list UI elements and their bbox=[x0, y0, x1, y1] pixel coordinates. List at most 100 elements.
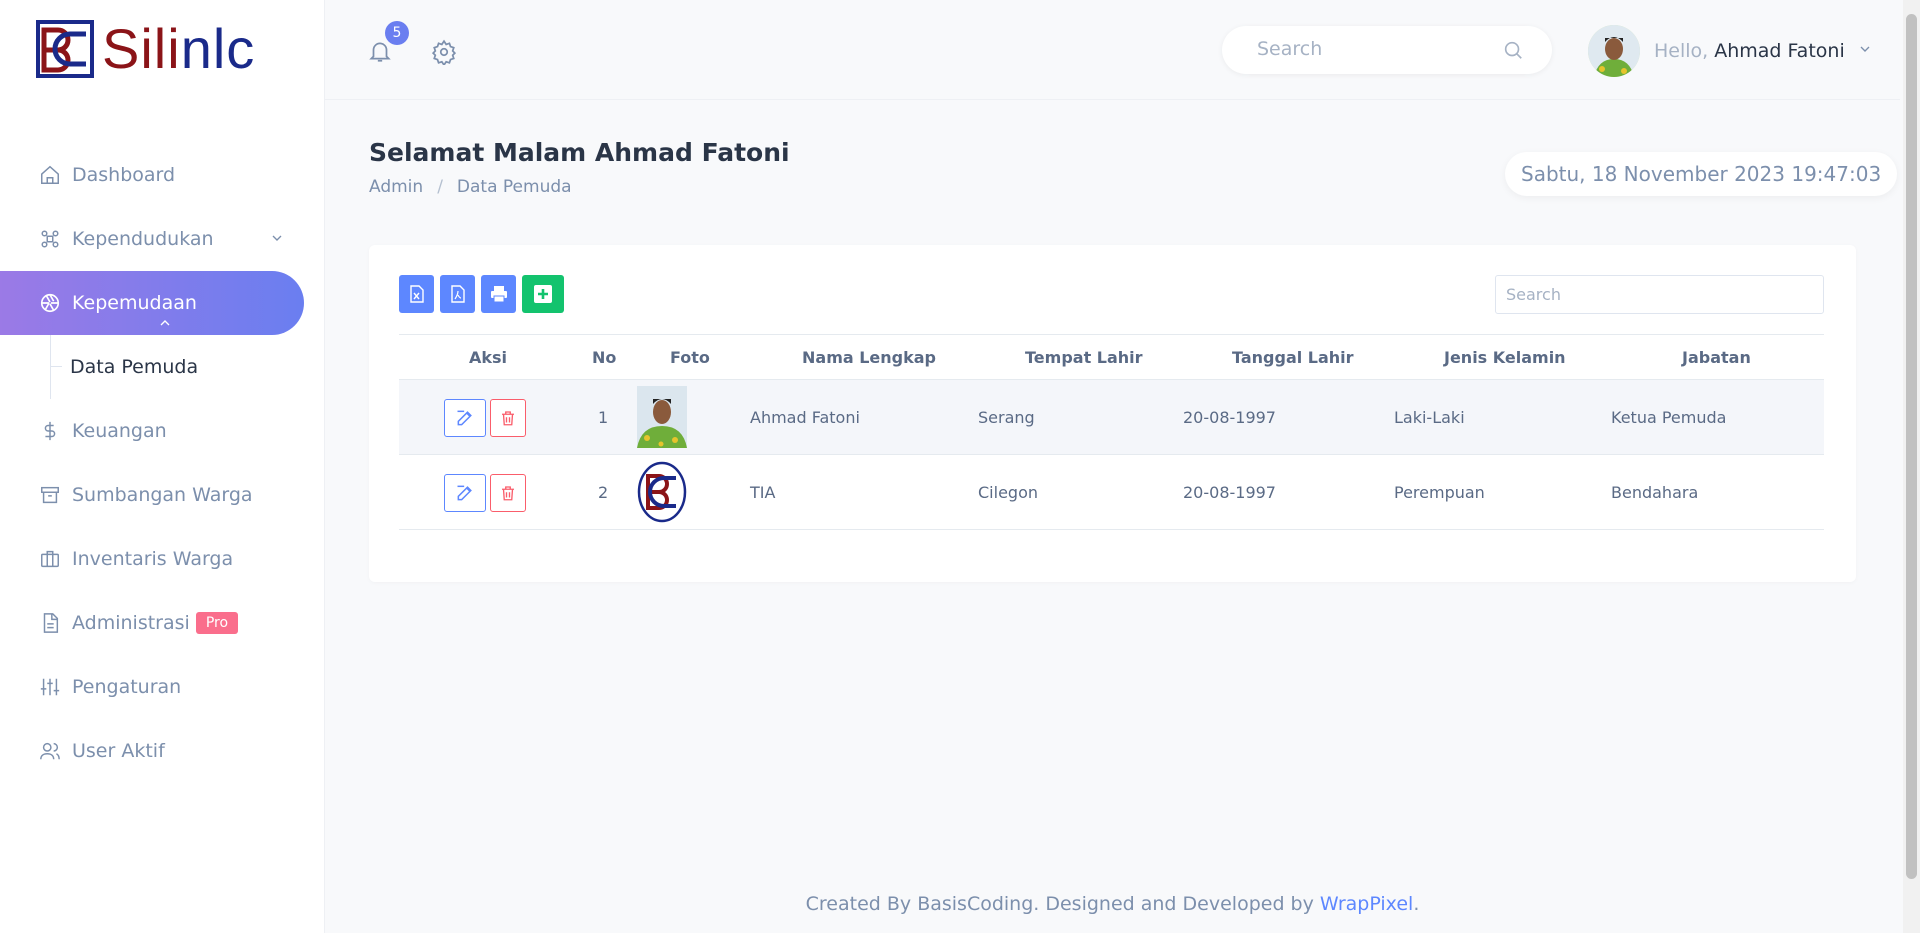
sidebar-item-dashboard[interactable]: Dashboard bbox=[0, 143, 325, 207]
sidebar-item-administrasi[interactable]: Administrasi Pro bbox=[0, 591, 325, 655]
sidebar-item-inventaris-warga[interactable]: Inventaris Warga bbox=[0, 527, 325, 591]
sidebar-item-user-aktif[interactable]: User Aktif bbox=[0, 719, 325, 783]
user-menu[interactable]: Hello, Ahmad Fatoni bbox=[1588, 25, 1873, 77]
print-button[interactable] bbox=[481, 275, 516, 313]
edit-icon bbox=[457, 410, 472, 426]
delete-button[interactable] bbox=[490, 474, 526, 512]
top-search-input[interactable] bbox=[1257, 38, 1487, 60]
column-header-foto[interactable]: Foto bbox=[670, 348, 710, 367]
sidebar-nav: Dashboard Kependudukan Kepemudaan Data P… bbox=[0, 143, 325, 783]
profile-photo-logo bbox=[637, 461, 687, 523]
column-header-jenis-kelamin[interactable]: Jenis Kelamin bbox=[1444, 348, 1566, 367]
column-header-tanggal-lahir[interactable]: Tanggal Lahir bbox=[1232, 348, 1354, 367]
chevron-down-icon bbox=[269, 229, 285, 251]
sidebar-item-pengaturan[interactable]: Pengaturan bbox=[0, 655, 325, 719]
sidebar-item-kependudukan[interactable]: Kependudukan bbox=[0, 207, 325, 271]
cell-jabatan: Bendahara bbox=[1611, 483, 1699, 502]
footer-period: . bbox=[1413, 893, 1420, 915]
column-header-jabatan[interactable]: Jabatan bbox=[1682, 348, 1751, 367]
sidebar-item-sumbangan-warga[interactable]: Sumbangan Warga bbox=[0, 463, 325, 527]
app-logo[interactable]: Silinlc bbox=[36, 20, 255, 78]
breadcrumb-admin[interactable]: Admin bbox=[369, 177, 423, 197]
pdf-file-icon bbox=[450, 285, 465, 303]
gear-icon[interactable] bbox=[431, 39, 457, 67]
table-row: 1 Ahmad Fatoni Serang 20-08-1997 Laki-La… bbox=[399, 380, 1824, 455]
cell-tempat-lahir: Serang bbox=[978, 408, 1035, 427]
hello-text: Hello, bbox=[1654, 40, 1709, 62]
notification-badge: 5 bbox=[385, 21, 409, 45]
sliders-icon bbox=[38, 675, 62, 699]
print-icon bbox=[490, 286, 507, 303]
cell-tempat-lahir: Cilegon bbox=[978, 483, 1038, 502]
sidebar-item-label: Sumbangan Warga bbox=[72, 484, 253, 506]
users-icon bbox=[38, 739, 62, 763]
sidebar-item-label: Administrasi bbox=[72, 612, 190, 634]
cell-jenis-kelamin: Laki-Laki bbox=[1394, 408, 1465, 427]
sidebar-subitem-data-pemuda[interactable]: Data Pemuda bbox=[0, 335, 325, 399]
cell-jenis-kelamin: Perempuan bbox=[1394, 483, 1485, 502]
export-excel-button[interactable] bbox=[399, 275, 434, 313]
sidebar-item-label: Kependudukan bbox=[72, 228, 214, 250]
breadcrumb-current: Data Pemuda bbox=[456, 177, 572, 197]
dollar-icon bbox=[38, 419, 62, 443]
cell-no: 2 bbox=[598, 483, 609, 502]
data-table: Aksi No Foto Nama Lengkap Tempat Lahir T… bbox=[399, 334, 1824, 530]
aperture-icon bbox=[38, 291, 62, 315]
logo-mark-icon bbox=[36, 20, 94, 78]
excel-file-icon bbox=[409, 285, 424, 303]
vertical-scrollbar[interactable] bbox=[1903, 0, 1920, 933]
sidebar-item-kepemudaan[interactable]: Kepemudaan bbox=[0, 271, 325, 335]
trash-icon bbox=[502, 411, 514, 426]
user-name: Ahmad Fatoni bbox=[1714, 40, 1845, 62]
add-data-button[interactable] bbox=[522, 275, 564, 313]
search-icon[interactable] bbox=[1502, 39, 1524, 65]
export-pdf-button[interactable] bbox=[440, 275, 475, 313]
scrollbar-thumb[interactable] bbox=[1906, 14, 1917, 879]
table-search-input[interactable] bbox=[1506, 285, 1806, 304]
edit-button[interactable] bbox=[444, 474, 486, 512]
submenu-tick bbox=[50, 366, 62, 367]
plus-square-icon bbox=[534, 285, 552, 303]
top-search-box bbox=[1222, 26, 1552, 74]
column-header-tempat-lahir[interactable]: Tempat Lahir bbox=[1025, 348, 1143, 367]
table-search-box bbox=[1495, 275, 1824, 314]
sidebar: Silinlc Dashboard Kependudukan Kepemudaa… bbox=[0, 0, 325, 933]
cell-nama-lengkap: Ahmad Fatoni bbox=[750, 408, 860, 427]
submenu-line bbox=[50, 335, 51, 399]
delete-button[interactable] bbox=[490, 399, 526, 437]
footer: Created By BasisCoding. Designed and Dev… bbox=[325, 893, 1900, 915]
sidebar-item-label: Kepemudaan bbox=[72, 292, 197, 314]
cell-tanggal-lahir: 20-08-1997 bbox=[1183, 408, 1276, 427]
sidebar-item-label: Keuangan bbox=[72, 420, 167, 442]
chevron-down-icon bbox=[1857, 41, 1873, 61]
sidebar-item-label: User Aktif bbox=[72, 740, 165, 762]
briefcase-icon bbox=[38, 547, 62, 571]
footer-link[interactable]: WrapPixel bbox=[1320, 893, 1413, 915]
file-icon bbox=[38, 611, 62, 635]
trash-icon bbox=[502, 486, 514, 501]
edit-button[interactable] bbox=[444, 399, 486, 437]
datetime-display: Sabtu, 18 November 2023 19:47:03 bbox=[1505, 152, 1898, 196]
table-row: 2 TIA Cilegon 20-08-1997 Perempuan Benda… bbox=[399, 455, 1824, 530]
breadcrumb-separator: / bbox=[437, 177, 443, 197]
archive-icon bbox=[38, 483, 62, 507]
page-title: Selamat Malam Ahmad Fatoni bbox=[369, 138, 790, 167]
logo-text: Silinlc bbox=[102, 17, 256, 80]
home-icon bbox=[38, 163, 62, 187]
column-header-nama-lengkap[interactable]: Nama Lengkap bbox=[802, 348, 936, 367]
sidebar-item-label: Pengaturan bbox=[72, 676, 182, 698]
sidebar-item-keuangan[interactable]: Keuangan bbox=[0, 399, 325, 463]
cell-tanggal-lahir: 20-08-1997 bbox=[1183, 483, 1276, 502]
breadcrumb: Admin / Data Pemuda bbox=[369, 177, 572, 197]
cell-no: 1 bbox=[598, 408, 609, 427]
sidebar-item-label: Inventaris Warga bbox=[72, 548, 234, 570]
table-header: Aksi No Foto Nama Lengkap Tempat Lahir T… bbox=[399, 334, 1824, 380]
column-header-no[interactable]: No bbox=[592, 348, 616, 367]
column-header-aksi[interactable]: Aksi bbox=[469, 348, 507, 367]
edit-icon bbox=[457, 485, 472, 501]
profile-photo bbox=[637, 386, 687, 448]
apps-icon bbox=[38, 227, 62, 251]
topbar: 5 Hello, Ahmad Fatoni bbox=[325, 0, 1900, 100]
chevron-up-icon bbox=[157, 314, 173, 336]
sidebar-item-label: Data Pemuda bbox=[70, 356, 199, 378]
